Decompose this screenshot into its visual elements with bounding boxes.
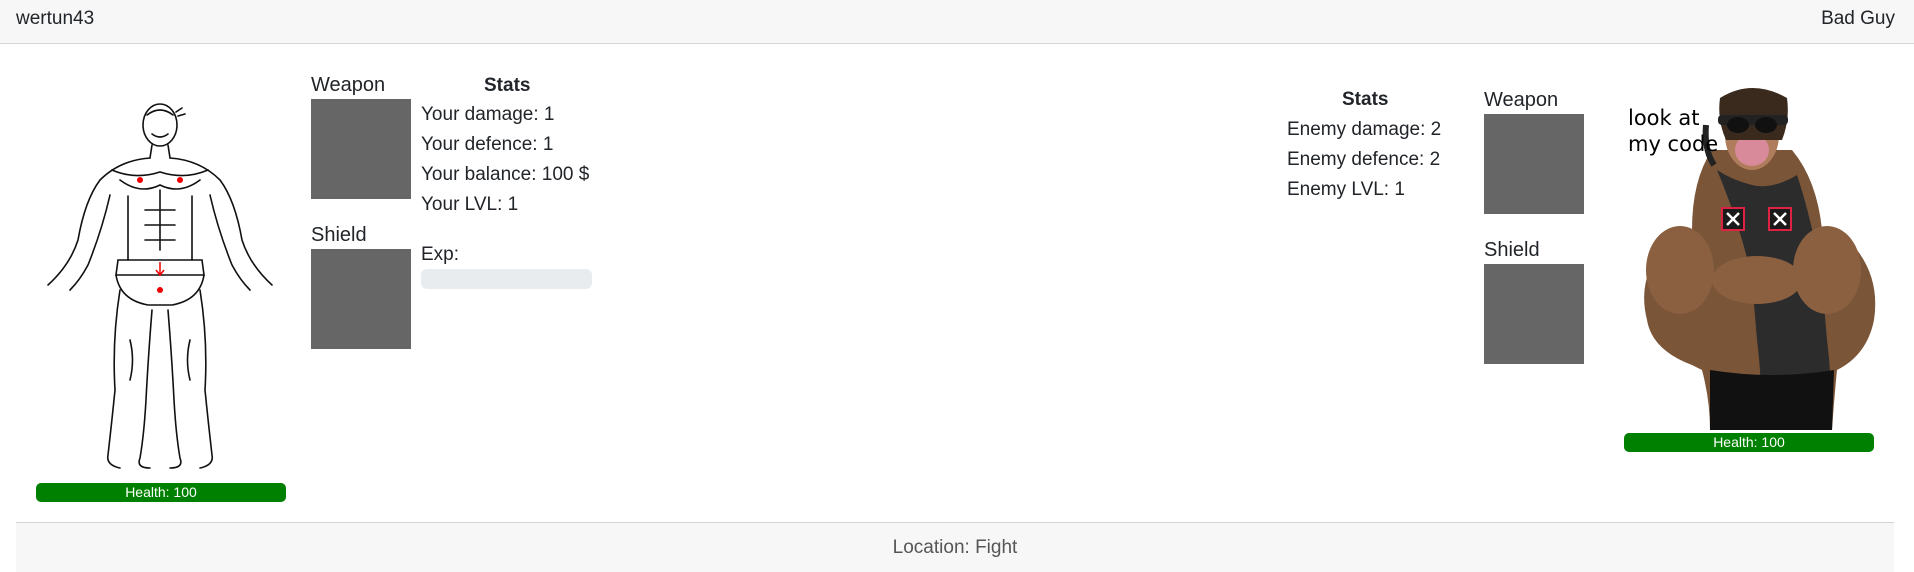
footer: Location: Fight (16, 522, 1894, 572)
username-label: wertun43 (16, 8, 95, 29)
enemy-weapon-label: Weapon (1484, 89, 1559, 111)
player-damage: Your damage: 1 (421, 104, 555, 125)
player-weapon-label: Weapon (311, 74, 386, 96)
player-health-bar: Health: 100 (36, 483, 286, 502)
player-exp-label: Exp: (421, 244, 460, 265)
enemy-caption-line: my code (1628, 132, 1719, 156)
player-stats-title: Stats (484, 75, 531, 96)
player-weapon-slot[interactable] (311, 99, 411, 199)
enemy-stats-title: Stats (1342, 89, 1389, 110)
enemy-shield-label: Shield (1484, 239, 1540, 261)
player-defence: Your defence: 1 (421, 134, 554, 155)
enemy-weapon-slot (1484, 114, 1584, 214)
enemy-damage: Enemy damage: 2 (1287, 119, 1442, 140)
player-lvl: Your LVL: 1 (421, 194, 519, 215)
enemy-lvl: Enemy LVL: 1 (1287, 179, 1405, 200)
player-shield-label: Shield (311, 224, 367, 246)
player-shield-slot[interactable] (311, 249, 411, 349)
player-exp-bar (421, 269, 592, 289)
enemy-shield-slot (1484, 264, 1584, 364)
enemy-image-caption: look at my code (1628, 105, 1718, 157)
player-balance: Your balance: 100 $ (421, 164, 590, 185)
enemy-defence: Enemy defence: 2 (1287, 149, 1441, 170)
enemy-caption-line: look at (1628, 106, 1700, 130)
enemy-health-bar: Health: 100 (1624, 433, 1874, 452)
top-navbar: wertun43 Bad Guy (0, 0, 1914, 44)
player-character-icon (47, 103, 273, 469)
location-label: Location: Fight (892, 537, 1018, 558)
enemy-name-label: Bad Guy (1821, 8, 1895, 29)
